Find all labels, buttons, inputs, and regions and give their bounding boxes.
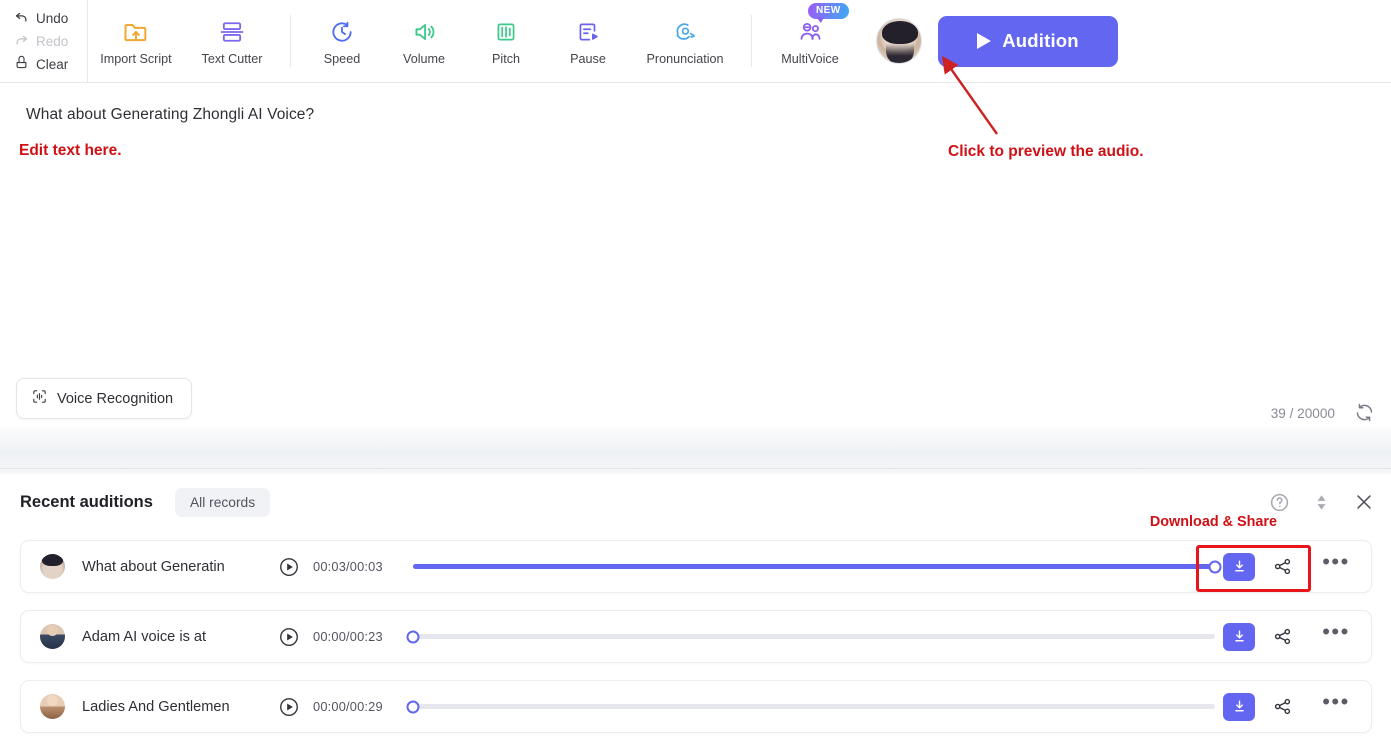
download-button[interactable]: [1223, 692, 1255, 721]
section-separator: [0, 428, 1391, 474]
row-actions: •••: [1223, 551, 1363, 581]
row-title: What about Generatin: [82, 558, 225, 575]
undo-icon: [14, 9, 29, 27]
table-row[interactable]: What about Generatin 00:03/00:03 •••: [20, 540, 1372, 593]
volume-icon: [411, 17, 437, 47]
annotation-preview-audio: Click to preview the audio.: [948, 143, 1144, 160]
row-actions: •••: [1223, 691, 1363, 721]
download-button[interactable]: [1223, 552, 1255, 581]
row-timestamp: 00:00/00:23: [313, 629, 383, 644]
tool-pitch[interactable]: Pitch: [465, 0, 547, 83]
tool-label-multivoice: MultiVoice: [781, 51, 839, 66]
tool-label-text-cutter: Text Cutter: [201, 51, 263, 66]
pronunciation-icon: [672, 17, 698, 47]
row-avatar: [40, 624, 65, 649]
clear-button[interactable]: Clear: [14, 55, 87, 73]
page-title: Recent auditions: [20, 492, 153, 511]
tool-speed[interactable]: Speed: [301, 0, 383, 83]
more-options-button[interactable]: •••: [1309, 691, 1363, 716]
tool-volume[interactable]: Volume: [383, 0, 465, 83]
progress-slider[interactable]: [406, 630, 1215, 643]
undo-label: Undo: [36, 10, 69, 26]
clear-label: Clear: [36, 56, 69, 72]
all-records-button[interactable]: All records: [174, 487, 271, 517]
avatar[interactable]: [876, 18, 922, 64]
progress-slider[interactable]: [413, 560, 1222, 573]
share-button[interactable]: [1255, 626, 1309, 647]
tool-text-cutter[interactable]: Text Cutter: [184, 0, 280, 83]
tool-import-script[interactable]: Import Script: [88, 0, 184, 83]
tool-label-volume: Volume: [402, 51, 445, 66]
character-counter: 39 / 20000: [1270, 406, 1335, 421]
row-timestamp: 00:03/00:03: [313, 559, 383, 574]
slider-knob[interactable]: [406, 630, 420, 643]
share-button[interactable]: [1255, 556, 1309, 577]
more-options-button[interactable]: •••: [1309, 621, 1363, 646]
panel-header-actions: [1269, 491, 1375, 513]
progress-slider[interactable]: [406, 700, 1215, 713]
pitch-icon: [493, 17, 519, 47]
table-row[interactable]: Ladies And Gentlemen 00:00/00:29 •••: [20, 680, 1372, 733]
tool-label-pitch: Pitch: [492, 51, 520, 66]
close-icon[interactable]: [1353, 491, 1375, 513]
pause-insert-icon: [575, 17, 601, 47]
redo-icon: [14, 32, 29, 50]
help-icon[interactable]: [1269, 492, 1290, 513]
tool-label-pause: Pause: [570, 51, 606, 66]
tool-pause[interactable]: Pause: [547, 0, 629, 83]
annotation-edit-text: Edit text here.: [19, 142, 122, 159]
redo-label: Redo: [36, 33, 69, 49]
row-avatar: [40, 694, 65, 719]
row-title: Ladies And Gentlemen: [82, 698, 230, 715]
top-toolbar: Undo Redo Clear Import Script Text Cutte…: [0, 0, 1391, 83]
clear-brush-icon: [14, 55, 29, 73]
row-timestamp: 00:00/00:29: [313, 699, 383, 714]
play-icon: [977, 33, 992, 49]
slider-knob[interactable]: [1208, 560, 1222, 573]
tool-multivoice[interactable]: NEW MultiVoice: [762, 0, 858, 83]
app-root: Undo Redo Clear Import Script Text Cutte…: [0, 0, 1391, 753]
voice-recognition-button[interactable]: Voice Recognition: [16, 378, 193, 419]
play-button[interactable]: [278, 696, 300, 718]
speed-icon: [329, 17, 355, 47]
row-actions: •••: [1223, 621, 1363, 651]
redo-button[interactable]: Redo: [14, 32, 87, 50]
toolbar-divider-2: [751, 15, 752, 67]
tool-label-speed: Speed: [323, 51, 361, 66]
voice-recognition-label: Voice Recognition: [57, 390, 174, 407]
slider-knob[interactable]: [406, 700, 420, 713]
row-avatar: [40, 554, 65, 579]
table-row[interactable]: Adam AI voice is at 00:00/00:23 •••: [20, 610, 1372, 663]
import-script-icon: [122, 17, 150, 47]
tool-group: Import Script Text Cutter Speed Volume P…: [88, 0, 858, 83]
play-button[interactable]: [278, 556, 300, 578]
script-editor[interactable]: What about Generating Zhongli AI Voice? …: [0, 84, 1391, 428]
text-cutter-icon: [218, 17, 246, 47]
toolbar-divider-1: [290, 15, 291, 67]
audition-label: Audition: [1002, 30, 1079, 51]
new-badge: NEW: [808, 2, 849, 23]
refresh-icon[interactable]: [1354, 402, 1375, 428]
sort-icon[interactable]: [1312, 493, 1331, 512]
tool-label-pronunciation: Pronunciation: [646, 51, 724, 66]
voice-recognition-icon: [31, 388, 48, 409]
play-button[interactable]: [278, 626, 300, 648]
audition-button[interactable]: Audition: [938, 15, 1118, 67]
tool-label-import-script: Import Script: [100, 51, 172, 66]
download-button[interactable]: [1223, 622, 1255, 651]
script-text[interactable]: What about Generating Zhongli AI Voice?: [26, 106, 314, 124]
annotation-download-share: Download & Share: [1149, 514, 1277, 530]
row-title: Adam AI voice is at: [82, 628, 207, 645]
history-group: Undo Redo Clear: [0, 0, 88, 83]
tool-pronunciation[interactable]: Pronunciation: [629, 0, 741, 83]
more-options-button[interactable]: •••: [1309, 551, 1363, 576]
share-button[interactable]: [1255, 696, 1309, 717]
undo-button[interactable]: Undo: [14, 9, 87, 27]
